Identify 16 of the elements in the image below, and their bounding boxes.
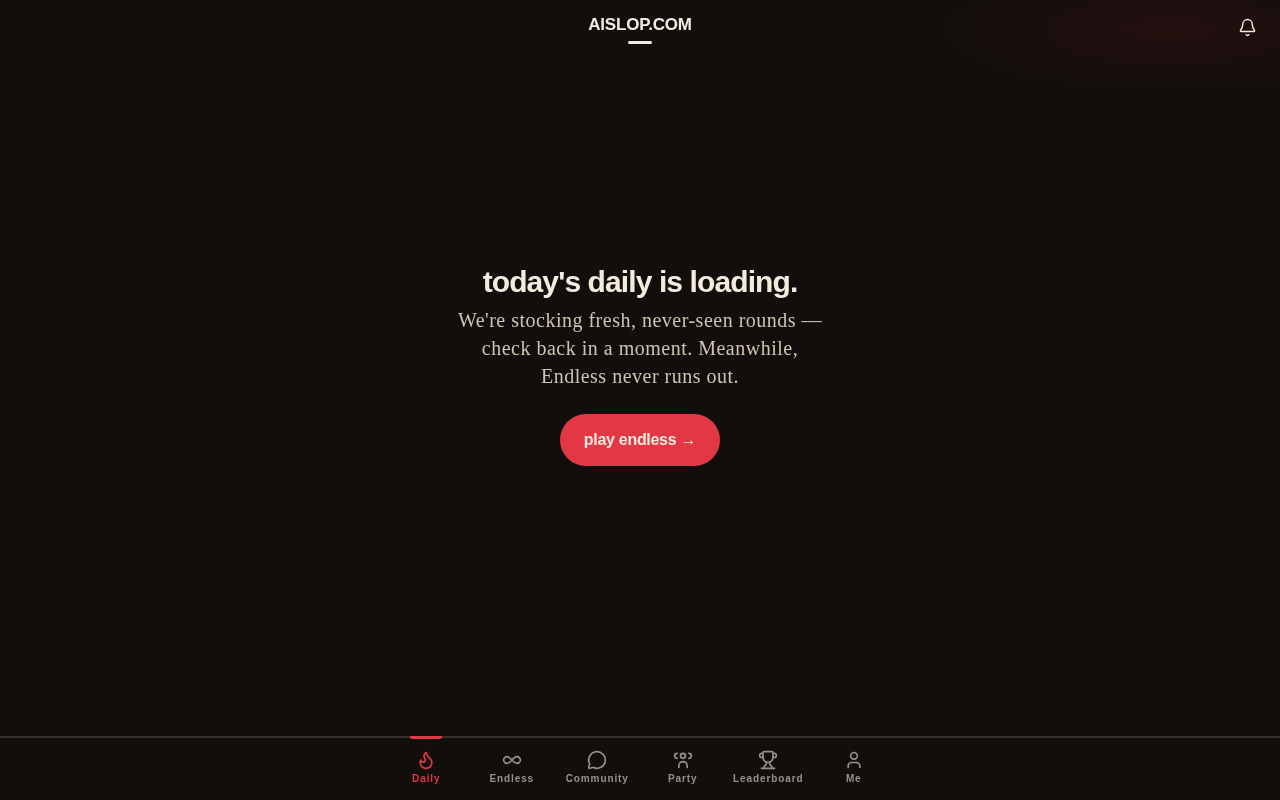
active-indicator <box>410 736 443 739</box>
loading-message: We're stocking fresh, never-seen rounds — check back in a moment. Meanwhile, Endless never runs out. <box>456 308 824 389</box>
play-endless-button[interactable]: play endless → <box>560 414 720 466</box>
nav-tab[interactable]: Party <box>640 738 726 800</box>
site-logo[interactable]: AISLOP.COM <box>588 15 692 35</box>
loading-title: today's daily is loading. <box>482 264 798 300</box>
nav-tab[interactable]: Daily <box>383 738 469 800</box>
group-icon <box>672 750 693 770</box>
nav-tab[interactable]: Leaderboard <box>725 738 811 800</box>
speech-bubble-icon <box>587 750 608 770</box>
bell-icon <box>1237 17 1257 37</box>
nav-tab[interactable]: Endless <box>469 738 555 800</box>
trophy-icon <box>758 750 779 770</box>
nav-tab[interactable]: Community <box>554 738 640 800</box>
nav-tab[interactable]: Me <box>811 738 897 800</box>
logo-underline <box>628 41 652 44</box>
